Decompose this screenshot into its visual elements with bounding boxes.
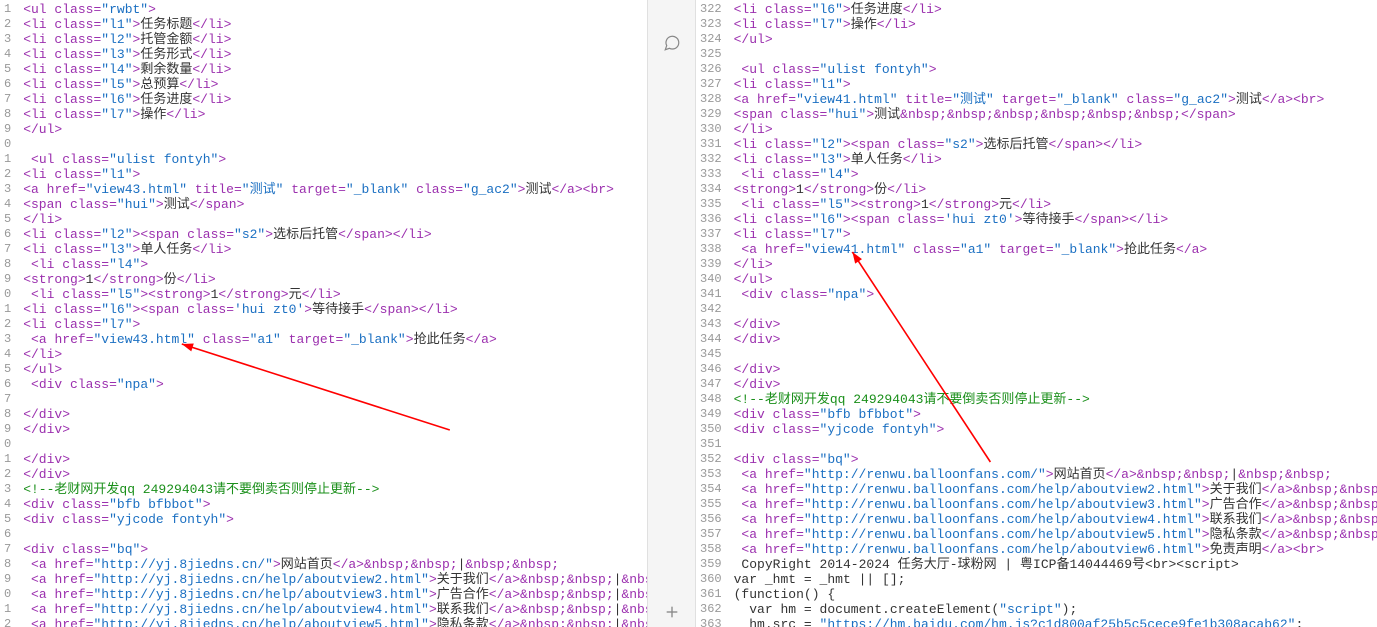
code-line[interactable]: <a href="http://yj.8jiedns.cn/help/about… (23, 617, 647, 627)
code-line[interactable]: <a href="http://renwu.balloonfans.com/he… (734, 482, 1377, 497)
code-line[interactable]: </div> (23, 467, 647, 482)
code-line[interactable] (23, 527, 647, 542)
code-line[interactable]: <!--老财网开发qq 249294043请不要倒卖否则停止更新--> (23, 482, 647, 497)
code-line[interactable]: <li class="l2">托管金额</li> (23, 32, 647, 47)
code-line[interactable]: <span class="hui">测试</span> (23, 197, 647, 212)
code-line[interactable]: <div class="npa"> (23, 377, 647, 392)
code-line[interactable]: <li class="l6">任务进度</li> (734, 2, 1377, 17)
code-line[interactable]: </li> (734, 257, 1377, 272)
code-line[interactable]: <a href="http://yj.8jiedns.cn/">网站首页</a>… (23, 557, 647, 572)
code-line[interactable]: <div class="bq"> (23, 542, 647, 557)
code-line[interactable]: <div class="npa"> (734, 287, 1377, 302)
code-line[interactable]: </li> (23, 212, 647, 227)
code-line[interactable]: <li class="l3">单人任务</li> (23, 242, 647, 257)
code-line[interactable]: </ul> (734, 272, 1377, 287)
code-line[interactable]: var hm = document.createElement("script"… (734, 602, 1377, 617)
code-line[interactable]: <li class="l5"><strong>1</strong>元</li> (734, 197, 1377, 212)
code-line[interactable] (734, 347, 1377, 362)
code-line[interactable]: <li class="l4">剩余数量</li> (23, 62, 647, 77)
code-line[interactable]: <ul class="ulist fontyh"> (23, 152, 647, 167)
code-line[interactable]: <a href="http://renwu.balloonfans.com/he… (734, 527, 1377, 542)
code-line[interactable]: <!--老财网开发qq 249294043请不要倒卖否则停止更新--> (734, 392, 1377, 407)
diff-pane-right: 322 323 324 325 326 327 328 329 330 331 … (696, 0, 1377, 627)
code-line[interactable]: <a href="http://renwu.balloonfans.com/he… (734, 542, 1377, 557)
code-line[interactable]: <a href="http://yj.8jiedns.cn/help/about… (23, 587, 647, 602)
code-line[interactable]: <strong>1</strong>份</li> (734, 182, 1377, 197)
code-line[interactable]: <li class="l5">总预算</li> (23, 77, 647, 92)
diff-pane-left: 1 2 3 4 5 6 7 8 9 0 1 2 3 4 5 6 7 8 9 0 … (0, 0, 648, 627)
code-line[interactable]: <div class="bq"> (734, 452, 1377, 467)
code-line[interactable]: <li class="l2"><span class="s2">选标后托管</s… (734, 137, 1377, 152)
code-line[interactable]: <a href="http://yj.8jiedns.cn/help/about… (23, 602, 647, 617)
code-line[interactable]: <ul class="ulist fontyh"> (734, 62, 1377, 77)
code-line[interactable]: <a href="http://renwu.balloonfans.com/he… (734, 512, 1377, 527)
code-line[interactable] (734, 47, 1377, 62)
code-line[interactable]: </ul> (734, 32, 1377, 47)
code-line[interactable]: </div> (23, 407, 647, 422)
code-line[interactable]: (function() { (734, 587, 1377, 602)
code-line[interactable]: <a href="view43.html" title="测试" target=… (23, 182, 647, 197)
code-line[interactable]: <a href="view41.html" class="a1" target=… (734, 242, 1377, 257)
code-line[interactable]: <a href="http://yj.8jiedns.cn/help/about… (23, 572, 647, 587)
line-numbers-right: 322 323 324 325 326 327 328 329 330 331 … (696, 0, 728, 627)
code-line[interactable]: <a href="view41.html" title="测试" target=… (734, 92, 1377, 107)
code-line[interactable] (734, 302, 1377, 317)
diff-gutter (648, 0, 696, 627)
chat-icon[interactable] (657, 28, 687, 58)
code-line[interactable] (23, 437, 647, 452)
code-area-left[interactable]: 1 2 3 4 5 6 7 8 9 0 1 2 3 4 5 6 7 8 9 0 … (0, 0, 647, 627)
code-line[interactable]: <li class="l4"> (734, 167, 1377, 182)
code-line[interactable]: <div class="bfb bfbbot"> (734, 407, 1377, 422)
code-line[interactable]: <li class="l7">操作</li> (734, 17, 1377, 32)
code-lines-left[interactable]: <ul class="rwbt"><li class="l1">任务标题</li… (17, 0, 647, 627)
code-line[interactable]: CopyRight 2014-2024 任务大厅-球粉网 | 粤ICP备1404… (734, 557, 1377, 572)
code-line[interactable]: <li class="l3">单人任务</li> (734, 152, 1377, 167)
code-line[interactable]: <li class="l6"><span class='hui zt0'>等待接… (734, 212, 1377, 227)
code-line[interactable]: <li class="l7">操作</li> (23, 107, 647, 122)
code-line[interactable]: <li class="l4"> (23, 257, 647, 272)
code-line[interactable]: var _hmt = _hmt || []; (734, 572, 1377, 587)
code-line[interactable]: </div> (23, 452, 647, 467)
plus-icon[interactable] (657, 598, 687, 627)
code-line[interactable]: <strong>1</strong>份</li> (23, 272, 647, 287)
code-line[interactable]: <li class="l3">任务形式</li> (23, 47, 647, 62)
code-line[interactable]: </div> (23, 422, 647, 437)
code-line[interactable]: <div class="bfb bfbbot"> (23, 497, 647, 512)
code-lines-right[interactable]: <li class="l6">任务进度</li><li class="l7">操… (728, 0, 1377, 627)
line-numbers-left: 1 2 3 4 5 6 7 8 9 0 1 2 3 4 5 6 7 8 9 0 … (0, 0, 17, 627)
code-line[interactable] (23, 392, 647, 407)
code-line[interactable]: <li class="l6">任务进度</li> (23, 92, 647, 107)
code-line[interactable]: <span class="hui">测试&nbsp;&nbsp;&nbsp;&n… (734, 107, 1377, 122)
code-line[interactable]: </div> (734, 332, 1377, 347)
code-line[interactable]: </div> (734, 377, 1377, 392)
code-line[interactable]: <a href="view43.html" class="a1" target=… (23, 332, 647, 347)
code-line[interactable]: </ul> (23, 362, 647, 377)
code-line[interactable]: <li class="l5"><strong>1</strong>元</li> (23, 287, 647, 302)
code-line[interactable]: </div> (734, 317, 1377, 332)
code-line[interactable]: <li class="l2"><span class="s2">选标后托管</s… (23, 227, 647, 242)
code-line[interactable]: <div class="yjcode fontyh"> (734, 422, 1377, 437)
code-line[interactable]: <div class="yjcode fontyh"> (23, 512, 647, 527)
code-area-right[interactable]: 322 323 324 325 326 327 328 329 330 331 … (696, 0, 1377, 627)
code-line[interactable] (23, 137, 647, 152)
code-line[interactable]: <li class="l7"> (23, 317, 647, 332)
code-line[interactable]: <li class="l6"><span class='hui zt0'>等待接… (23, 302, 647, 317)
code-line[interactable]: </li> (23, 347, 647, 362)
code-line[interactable]: hm.src = "https://hm.baidu.com/hm.js?c1d… (734, 617, 1377, 627)
code-line[interactable]: <li class="l1">任务标题</li> (23, 17, 647, 32)
code-line[interactable]: <a href="http://renwu.balloonfans.com/">… (734, 467, 1377, 482)
code-line[interactable]: <a href="http://renwu.balloonfans.com/he… (734, 497, 1377, 512)
code-line[interactable]: <li class="l1"> (734, 77, 1377, 92)
code-line[interactable]: </li> (734, 122, 1377, 137)
code-line[interactable]: </div> (734, 362, 1377, 377)
code-line[interactable] (734, 437, 1377, 452)
code-line[interactable]: <ul class="rwbt"> (23, 2, 647, 17)
code-line[interactable]: </ul> (23, 122, 647, 137)
code-line[interactable]: <li class="l1"> (23, 167, 647, 182)
code-line[interactable]: <li class="l7"> (734, 227, 1377, 242)
